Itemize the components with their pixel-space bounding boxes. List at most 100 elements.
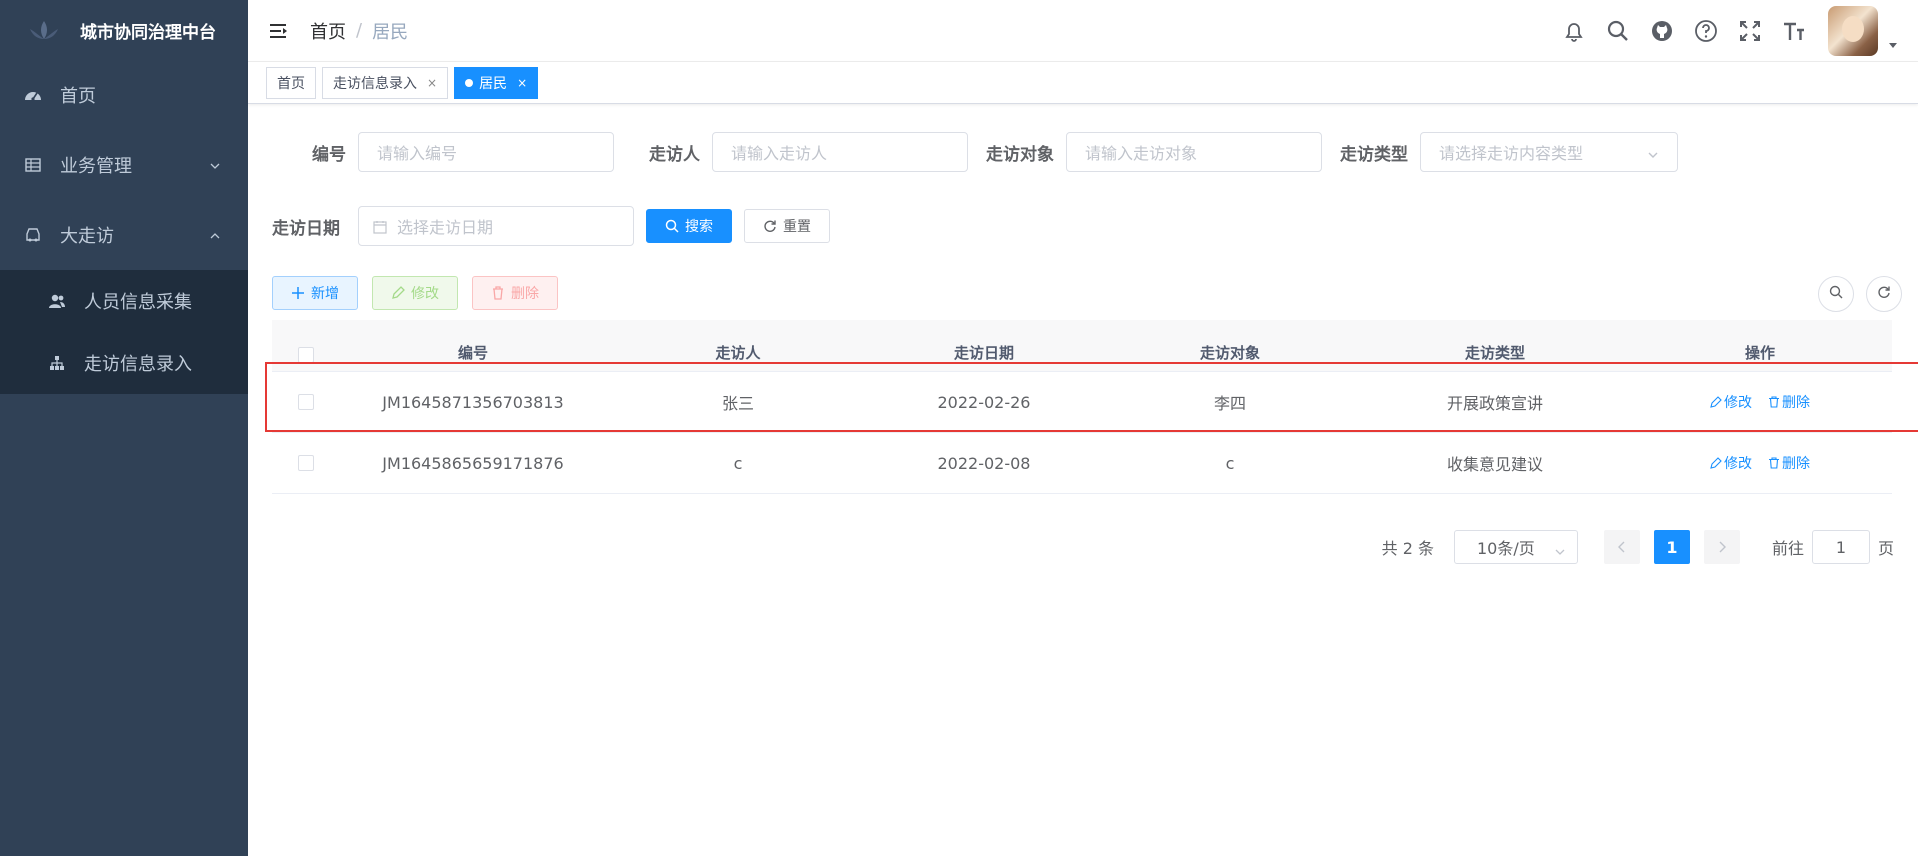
navbar: 首页 / 居民: [248, 0, 1918, 62]
github-icon[interactable]: [1649, 18, 1675, 44]
edit-icon: [1710, 457, 1722, 469]
row-delete-label: 删除: [1782, 456, 1810, 472]
row-delete-link[interactable]: 删除: [1768, 392, 1810, 412]
cell-actions: 修改 删除: [1628, 392, 1892, 412]
visitor-input[interactable]: 请输入走访人: [712, 132, 968, 172]
row-checkbox-cell: [272, 455, 340, 471]
visit-type-select[interactable]: 请选择走访内容类型: [1420, 132, 1678, 172]
refresh-icon: [763, 219, 777, 233]
input-placeholder: 请选择走访内容类型: [1439, 144, 1584, 163]
sidebar-item-home[interactable]: 首页: [0, 60, 248, 130]
search-button[interactable]: 搜索: [646, 209, 732, 243]
column-header: 走访人: [715, 344, 761, 362]
chevron-right-icon: [1717, 538, 1727, 557]
tag-label: 首页: [277, 75, 305, 92]
delete-button[interactable]: 删除: [472, 276, 558, 310]
select-all-checkbox[interactable]: [298, 347, 314, 363]
trash-icon: [491, 286, 505, 300]
table-row: JM1645865659171876 c 2022-02-08 c 收集意见建议…: [272, 433, 1892, 494]
table-row: JM1645871356703813 张三 2022-02-26 李四 开展政策…: [272, 372, 1892, 433]
search-button-label: 搜索: [685, 219, 713, 235]
cell-person: 张三: [721, 394, 754, 413]
chevron-left-icon: [1617, 538, 1627, 557]
input-placeholder: 请输入走访对象: [1085, 144, 1198, 163]
chevron-up-icon: [208, 227, 222, 241]
question-icon[interactable]: [1693, 18, 1719, 44]
tag-close-icon[interactable]: ×: [517, 76, 527, 90]
id-input[interactable]: 请输入编号: [358, 132, 614, 172]
row-edit-label: 修改: [1724, 395, 1752, 411]
plus-icon: [291, 286, 305, 300]
page-number-current[interactable]: 1: [1653, 530, 1690, 564]
caret-down-icon[interactable]: [1888, 38, 1898, 48]
car-icon: [24, 226, 42, 244]
row-edit-link[interactable]: 修改: [1710, 453, 1752, 473]
edit-icon: [391, 286, 405, 300]
column-header: 走访日期: [953, 344, 1014, 362]
prev-page-button[interactable]: [1603, 530, 1640, 564]
search-row-1: 编号 请输入编号 走访人 请输入走访人 走访对象 请输入走访对象 走访类型 请选…: [272, 132, 1678, 172]
visit-target-input[interactable]: 请输入走访对象: [1066, 132, 1322, 172]
tag-close-icon[interactable]: ×: [427, 76, 437, 90]
trash-icon: [1768, 396, 1780, 408]
add-button-label: 新增: [311, 286, 339, 302]
tag-residents[interactable]: 居民 ×: [454, 66, 539, 99]
font-size-icon[interactable]: [1781, 18, 1807, 44]
header-checkbox-cell: [272, 347, 340, 363]
label-visit-target: 走访对象: [986, 144, 1054, 165]
add-button[interactable]: 新增: [272, 276, 358, 310]
breadcrumb: 首页 / 居民: [310, 18, 408, 44]
row-edit-link[interactable]: 修改: [1710, 392, 1752, 412]
breadcrumb-separator: /: [356, 20, 363, 41]
lotus-logo-icon: [24, 15, 64, 45]
sidebar-item-label: 首页: [60, 86, 96, 107]
next-page-button[interactable]: [1703, 530, 1740, 564]
cell-person: c: [733, 453, 743, 473]
sidebar-item-personnel[interactable]: 人员信息采集: [0, 270, 248, 332]
goto-page-input[interactable]: 1: [1811, 530, 1870, 564]
page-size-select[interactable]: 10条/页: [1453, 530, 1578, 564]
avatar[interactable]: [1828, 6, 1878, 56]
label-id: 编号: [312, 144, 346, 165]
delete-button-label: 删除: [511, 286, 539, 302]
tag-visit-entry[interactable]: 走访信息录入 ×: [322, 66, 449, 99]
calendar-icon: [373, 219, 387, 234]
tag-label: 走访信息录入: [333, 75, 417, 92]
cell-target: 李四: [1213, 394, 1246, 413]
tag-home[interactable]: 首页: [266, 66, 316, 99]
search-icon[interactable]: [1605, 18, 1631, 44]
sidebar-item-visit-entry[interactable]: 走访信息录入: [0, 332, 248, 394]
logo[interactable]: 城市协同治理中台: [0, 0, 248, 60]
active-dot-icon: [465, 78, 474, 87]
cell-target: c: [1225, 453, 1235, 473]
cell-id: JM1645871356703813: [382, 392, 564, 412]
reset-button[interactable]: 重置: [744, 209, 830, 243]
cell-date: 2022-02-26: [937, 392, 1031, 412]
label-visitor: 走访人: [649, 144, 700, 165]
label-visit-type: 走访类型: [1340, 144, 1408, 165]
cell-type: 开展政策宣讲: [1446, 394, 1543, 413]
row-checkbox[interactable]: [298, 394, 314, 410]
visit-date-picker[interactable]: 选择走访日期: [358, 206, 634, 246]
sidebar-item-business[interactable]: 业务管理: [0, 130, 248, 200]
breadcrumb-home[interactable]: 首页: [310, 18, 346, 44]
submenu-visit: 人员信息采集 走访信息录入: [0, 270, 248, 394]
edit-icon: [1710, 396, 1722, 408]
column-header: 走访类型: [1464, 344, 1525, 362]
column-header: 操作: [1744, 344, 1775, 362]
label-visit-date: 走访日期: [272, 218, 340, 239]
fullscreen-icon[interactable]: [1737, 18, 1763, 44]
hamburger-menu-icon[interactable]: [268, 21, 292, 41]
sidebar-item-visit[interactable]: 大走访: [0, 200, 248, 270]
refresh-button[interactable]: [1866, 276, 1902, 312]
cell-date: 2022-02-08: [937, 453, 1031, 473]
trash-icon: [1768, 457, 1780, 469]
bell-icon[interactable]: [1561, 18, 1587, 44]
edit-button[interactable]: 修改: [372, 276, 458, 310]
data-table: 编号 走访人 走访日期 走访对象 走访类型 操作 JM1645871356703…: [272, 320, 1892, 494]
column-header: 走访对象: [1199, 344, 1260, 362]
row-checkbox[interactable]: [298, 455, 314, 471]
search-icon: [665, 219, 679, 233]
toggle-search-button[interactable]: [1818, 276, 1854, 312]
row-delete-link[interactable]: 删除: [1768, 453, 1810, 473]
